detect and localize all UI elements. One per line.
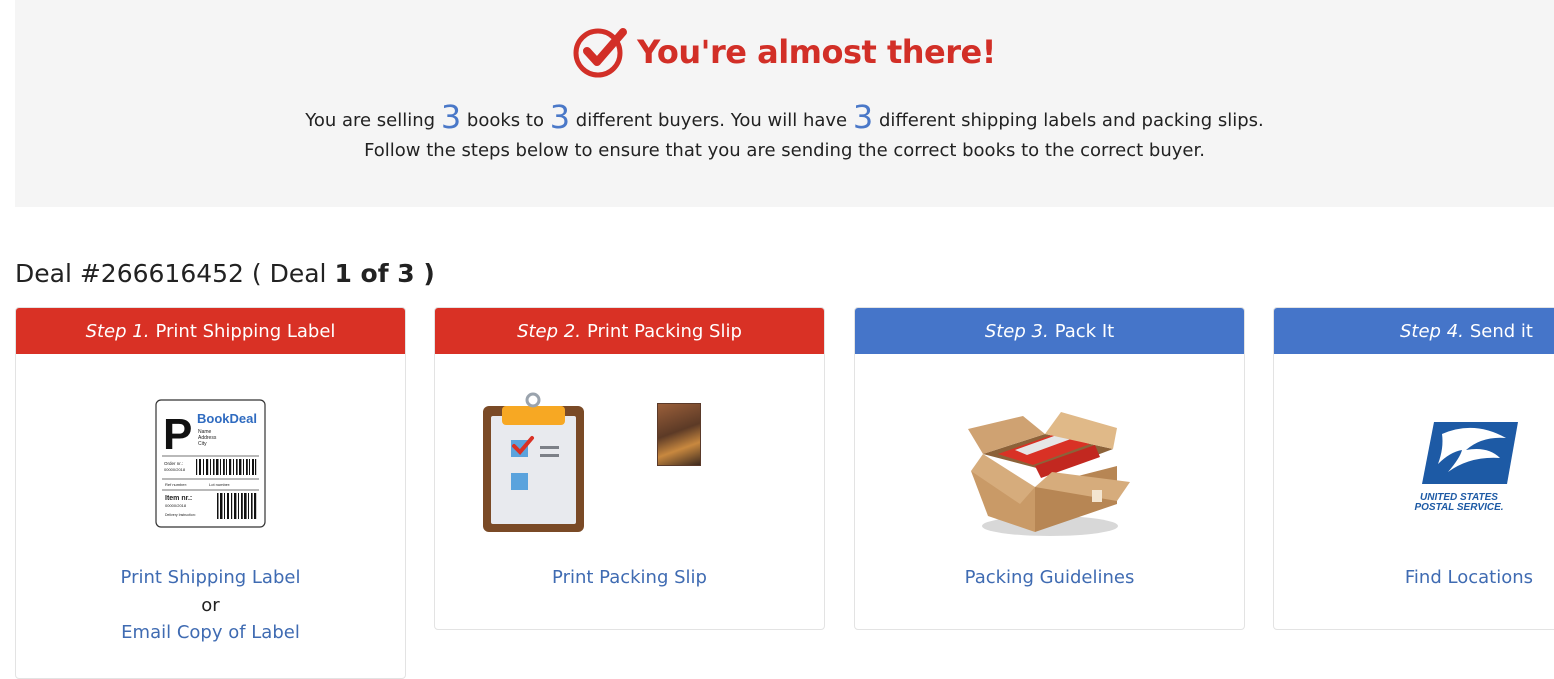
label-brand: BookDeal — [197, 411, 257, 426]
shipping-label-icon: P BookDeal Name Address City Order nr.: … — [155, 399, 266, 528]
summary-text: books to — [466, 110, 544, 131]
summary-line: You are selling 3 books to 3 different b… — [15, 96, 1554, 136]
package-box-icon — [968, 412, 1130, 536]
print-shipping-label-link[interactable]: Print Shipping Label — [16, 564, 405, 592]
step-number: Step 1. — [85, 320, 150, 342]
deal-position: 1 of 3 — [334, 259, 415, 288]
email-label-link[interactable]: Email Copy of Label — [16, 619, 405, 647]
summary-banner: You're almost there! You are selling 3 b… — [15, 0, 1554, 207]
clipboard-icon — [483, 392, 584, 532]
summary-text: different buyers. You will have — [575, 110, 848, 131]
deal-title: Deal #266616452 ( Deal 1 of 3 ) — [15, 259, 435, 288]
step-title: Print Packing Slip — [586, 320, 742, 342]
label-order-val: 00000/2018 — [164, 467, 186, 472]
packing-guidelines-link[interactable]: Packing Guidelines — [855, 564, 1244, 592]
step-number: Step 4. — [1399, 320, 1464, 342]
send-it-illustration: UNITED STATES POSTAL SERVICE. — [1274, 354, 1554, 564]
check-circle-icon — [573, 28, 628, 78]
step-title: Send it — [1469, 320, 1533, 342]
headline: You're almost there! — [15, 26, 1554, 78]
headline-text: You're almost there! — [637, 33, 996, 71]
or-text: or — [201, 595, 220, 616]
label-ref: Ref number: — [165, 482, 187, 487]
label-big-letter: P — [163, 410, 192, 459]
step-title: Print Shipping Label — [155, 320, 336, 342]
deal-number: Deal #266616452 ( Deal — [15, 259, 335, 288]
usps-line2: POSTAL SERVICE. — [1414, 502, 1503, 513]
packing-slip-illustration — [435, 354, 824, 564]
instruction-line: Follow the steps below to ensure that yo… — [364, 140, 1205, 161]
find-locations-link[interactable]: Find Locations — [1274, 564, 1554, 592]
step-header-4: Step 4. Send it — [1274, 308, 1554, 354]
print-packing-slip-link[interactable]: Print Packing Slip — [435, 564, 824, 592]
labels-count: 3 — [852, 98, 874, 136]
step-card-3: Step 3. Pack It Packing Guidelines — [854, 307, 1245, 630]
deal-suffix: ) — [414, 259, 435, 288]
books-count: 3 — [440, 98, 462, 136]
summary-text: You are selling — [305, 110, 436, 131]
buyers-count: 3 — [549, 98, 571, 136]
label-order: Order nr.: — [164, 461, 183, 466]
step-title: Pack It — [1054, 320, 1115, 342]
step-number: Step 3. — [984, 320, 1049, 342]
step-card-2: Step 2. Print Packing Slip Print Packing … — [434, 307, 825, 630]
label-delivery: Delivery Instruction: — [165, 513, 196, 517]
label-item-val: 00000/2018 — [165, 503, 187, 508]
book-cover-thumbnail — [657, 403, 701, 466]
step-header-1: Step 1. Print Shipping Label — [16, 308, 405, 354]
step-header-2: Step 2. Print Packing Slip — [435, 308, 824, 354]
label-city: City — [198, 441, 207, 447]
summary-text: different shipping labels and packing sl… — [878, 110, 1264, 131]
pack-it-illustration — [855, 354, 1244, 564]
step-number: Step 2. — [517, 320, 581, 342]
shipping-label-illustration: P BookDeal Name Address City Order nr.: … — [16, 354, 405, 564]
usps-logo-icon: UNITED STATES POSTAL SERVICE. — [1414, 422, 1518, 513]
step-card-4: Step 4. Send it UNITED STATES POSTAL SERV… — [1273, 307, 1554, 630]
step-card-1: Step 1. Print Shipping Label P BookDeal N… — [15, 307, 406, 679]
label-item: Item nr.: — [165, 495, 192, 502]
step-header-3: Step 3. Pack It — [855, 308, 1244, 354]
label-lot: Lot number: — [209, 482, 230, 487]
